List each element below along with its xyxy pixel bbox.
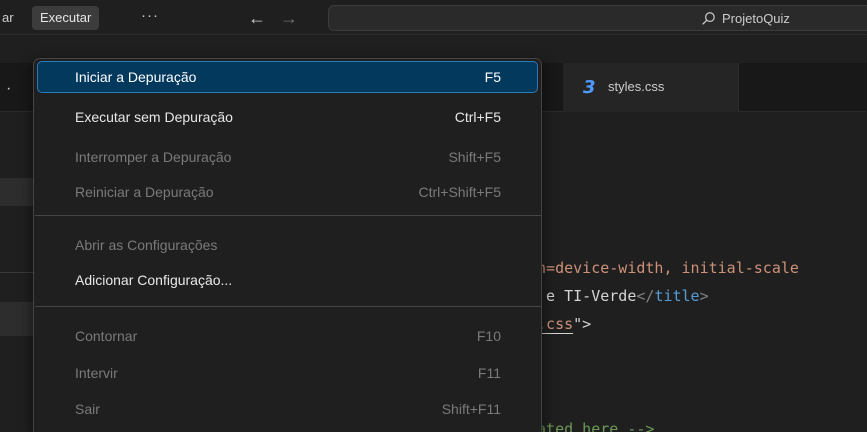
css-file-icon: 3	[583, 77, 596, 98]
menu-item-shortcut: Ctrl+Shift+F5	[418, 184, 501, 200]
code-attr-value: th=device-width, initial-scale	[528, 259, 799, 277]
menu-item-restart-debugging[interactable]: Reiniciar a Depuração Ctrl+Shift+F5	[38, 177, 537, 207]
menu-item-step-out[interactable]: Sair Shift+F11	[38, 394, 537, 424]
menu-item-shortcut: F11	[477, 365, 501, 381]
back-arrow-icon[interactable]: ←	[244, 6, 270, 30]
menu-item-step-into[interactable]: Intervir F11	[38, 358, 537, 388]
menu-item-label: Interromper a Depuração	[75, 149, 232, 165]
menu-item-add-configuration[interactable]: Adicionar Configuração...	[38, 265, 537, 295]
menu-executar[interactable]: Executar	[32, 6, 100, 30]
sidebar-highlight-row[interactable]	[0, 302, 34, 336]
menu-item-shortcut: F5	[484, 69, 501, 85]
menu-item-shortcut: Shift+F11	[441, 401, 501, 417]
code-text: ">	[573, 315, 592, 333]
menu-item-label: Iniciar a Depuração	[75, 69, 197, 85]
menu-separator	[35, 215, 542, 216]
command-center-search[interactable]: ProjetoQuiz	[328, 5, 867, 31]
search-label: ProjetoQuiz	[722, 10, 790, 26]
tab-styles-css[interactable]: 3 styles.css	[563, 63, 739, 112]
menu-item-stop-debugging[interactable]: Interromper a Depuração Shift+F5	[38, 142, 537, 172]
menu-item-label: Reiniciar a Depuração	[75, 184, 214, 200]
sidebar-divider	[0, 272, 34, 273]
title-bar: ar Executar ··· ← → ProjetoQuiz	[0, 0, 867, 35]
code-text: e e TI-Verde	[528, 287, 637, 305]
menu-item-step-over[interactable]: Contornar F10	[38, 321, 537, 351]
menu-item-shortcut: Shift+F5	[448, 149, 501, 165]
menu-item-shortcut: Ctrl+F5	[454, 109, 501, 125]
code-tag: title	[654, 287, 700, 305]
tab-label: styles.css	[608, 79, 665, 94]
menu-item-label: Abrir as Configurações	[75, 237, 218, 253]
more-menu-button[interactable]: ···	[136, 6, 164, 30]
menu-item-run-without-debugging[interactable]: Executar sem Depuração Ctrl+F5	[38, 102, 537, 132]
tab-overflow-dot[interactable]: ·	[6, 80, 11, 98]
forward-arrow-icon[interactable]: →	[276, 6, 302, 30]
code-line: e e TI-Verde</title>	[528, 287, 709, 305]
search-icon	[701, 11, 716, 26]
menu-item-label: Executar sem Depuração	[75, 109, 233, 125]
menu-item-label: Intervir	[75, 365, 118, 381]
code-line: eated here -->	[528, 420, 654, 432]
menu-item-label: Sair	[75, 401, 100, 417]
menu-item-label: Adicionar Configuração...	[75, 272, 233, 288]
menu-item-shortcut: F10	[476, 328, 501, 344]
menu-item-start-debugging[interactable]: Iniciar a Depuração F5	[37, 61, 538, 93]
sidebar-highlight-row[interactable]	[0, 178, 34, 206]
code-comment: eated here -->	[528, 420, 655, 432]
menu-separator	[35, 306, 542, 307]
run-menu-dropdown: Iniciar a Depuração F5 Executar sem Depu…	[33, 58, 542, 432]
code-line: th=device-width, initial-scale	[528, 259, 799, 277]
menu-item-open-configurations[interactable]: Abrir as Configurações	[38, 230, 537, 260]
menu-item-cut[interactable]: ar	[0, 0, 14, 35]
menu-item-label: Contornar	[75, 328, 138, 344]
